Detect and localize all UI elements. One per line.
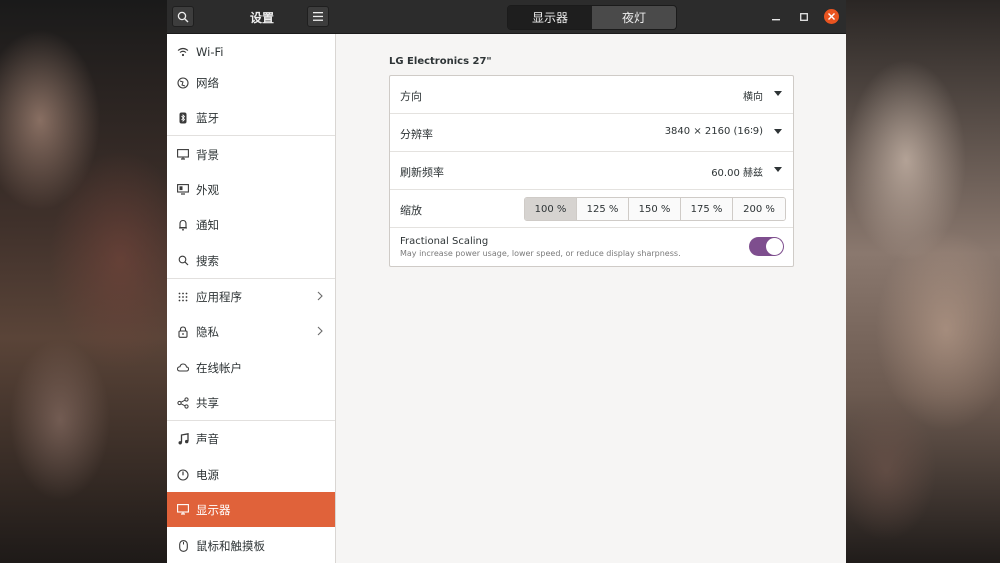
chevron-right-icon bbox=[317, 290, 323, 304]
close-icon bbox=[828, 13, 835, 20]
tab-display[interactable]: 显示器 bbox=[508, 6, 592, 29]
power-icon bbox=[176, 468, 190, 482]
scale-option-175[interactable]: 175 % bbox=[681, 198, 733, 220]
music-note-icon bbox=[176, 432, 190, 446]
scale-row: 缩放 100 % 125 % 150 % 175 % 200 % bbox=[390, 190, 793, 228]
scale-option-100[interactable]: 100 % bbox=[525, 198, 577, 220]
sidebar-item-label: 搜索 bbox=[196, 253, 219, 268]
resolution-row[interactable]: 分辨率 3840 × 2160 (16∶9) bbox=[390, 114, 793, 152]
fractional-scaling-title: Fractional Scaling bbox=[400, 236, 489, 247]
settings-window: 设置 显示器 夜灯 Wi-Fi 网络 蓝牙 背景 外观 通知 搜索 应用程序 隐… bbox=[167, 0, 846, 563]
sidebar-item-notifications[interactable]: 通知 bbox=[167, 207, 335, 242]
refresh-rate-row[interactable]: 刷新频率 60.00 赫兹 bbox=[390, 152, 793, 190]
scale-options: 100 % 125 % 150 % 175 % 200 % bbox=[524, 197, 786, 221]
resolution-label: 分辨率 bbox=[400, 128, 433, 141]
scale-label: 缩放 bbox=[400, 204, 422, 217]
appearance-icon bbox=[176, 183, 190, 197]
display-settings-panel: 方向 横向 分辨率 3840 × 2160 (16∶9) 刷新频率 60.00 … bbox=[389, 75, 794, 267]
sidebar-item-displays[interactable]: 显示器 bbox=[167, 492, 335, 527]
minimize-icon bbox=[771, 18, 780, 20]
sidebar-item-wifi[interactable]: Wi-Fi bbox=[167, 34, 335, 69]
sidebar-item-label: 应用程序 bbox=[196, 289, 242, 304]
desktop-wallpaper-left bbox=[0, 0, 167, 563]
sidebar-item-privacy[interactable]: 隐私 bbox=[167, 314, 335, 349]
sidebar-item-label: 共享 bbox=[196, 395, 219, 410]
sidebar-item-label: 电源 bbox=[196, 467, 219, 482]
sidebar-item-sound[interactable]: 声音 bbox=[167, 421, 335, 456]
dropdown-arrow-icon bbox=[774, 91, 782, 96]
scale-option-150[interactable]: 150 % bbox=[629, 198, 681, 220]
dropdown-arrow-icon bbox=[774, 167, 782, 172]
search-button[interactable] bbox=[172, 6, 194, 27]
sidebar-item-label: 外观 bbox=[196, 182, 219, 197]
sidebar-separator bbox=[167, 135, 335, 136]
share-icon bbox=[176, 396, 190, 410]
hamburger-icon bbox=[313, 12, 323, 21]
orientation-value: 横向 bbox=[743, 92, 763, 103]
fractional-scaling-row: Fractional Scaling May increase power us… bbox=[390, 228, 793, 266]
sidebar-item-background[interactable]: 背景 bbox=[167, 137, 335, 172]
wifi-icon bbox=[176, 45, 190, 59]
sidebar-item-label: 隐私 bbox=[196, 324, 219, 339]
chevron-right-icon bbox=[317, 325, 323, 339]
apps-grid-icon bbox=[176, 290, 190, 304]
view-switcher: 显示器 夜灯 bbox=[507, 5, 677, 30]
sidebar-item-online-accounts[interactable]: 在线帐户 bbox=[167, 350, 335, 385]
monitor-name: LG Electronics 27" bbox=[389, 56, 492, 67]
refresh-rate-label: 刷新频率 bbox=[400, 166, 444, 179]
toggle-knob bbox=[766, 238, 783, 255]
bell-icon bbox=[176, 218, 190, 232]
sidebar-item-power[interactable]: 电源 bbox=[167, 457, 335, 492]
search-icon bbox=[177, 11, 189, 22]
fractional-scaling-toggle[interactable] bbox=[749, 237, 784, 256]
sidebar-item-bluetooth[interactable]: 蓝牙 bbox=[167, 100, 335, 135]
sidebar-item-label: 蓝牙 bbox=[196, 110, 219, 125]
header-bar: 设置 显示器 夜灯 bbox=[167, 0, 846, 34]
scale-option-200[interactable]: 200 % bbox=[733, 198, 785, 220]
close-button[interactable] bbox=[824, 9, 839, 24]
sidebar-item-sharing[interactable]: 共享 bbox=[167, 385, 335, 420]
sidebar-item-label: 网络 bbox=[196, 75, 219, 90]
desktop-wallpaper-right bbox=[846, 0, 1000, 563]
sidebar-item-label: 显示器 bbox=[196, 502, 231, 517]
minimize-button[interactable] bbox=[768, 9, 783, 24]
orientation-row[interactable]: 方向 横向 bbox=[390, 76, 793, 114]
sidebar-item-appearance[interactable]: 外观 bbox=[167, 172, 335, 207]
scale-option-125[interactable]: 125 % bbox=[577, 198, 629, 220]
menu-button[interactable] bbox=[307, 6, 329, 27]
maximize-button[interactable] bbox=[796, 9, 811, 24]
dropdown-arrow-icon bbox=[774, 129, 782, 134]
network-icon bbox=[176, 76, 190, 90]
lock-icon bbox=[176, 325, 190, 339]
window-title: 设置 bbox=[249, 11, 274, 25]
maximize-icon bbox=[799, 12, 808, 21]
sidebar-item-label: 背景 bbox=[196, 147, 219, 162]
sidebar-item-label: 声音 bbox=[196, 431, 219, 446]
background-icon bbox=[176, 148, 190, 162]
sidebar-item-label: 鼠标和触摸板 bbox=[196, 538, 265, 553]
display-settings-content: LG Electronics 27" 方向 横向 分辨率 3840 × 2160… bbox=[336, 34, 846, 563]
cloud-icon bbox=[176, 361, 190, 375]
orientation-label: 方向 bbox=[400, 90, 422, 103]
refresh-rate-value: 60.00 赫兹 bbox=[711, 168, 763, 179]
sidebar-item-label: 在线帐户 bbox=[196, 360, 242, 375]
sidebar: Wi-Fi 网络 蓝牙 背景 外观 通知 搜索 应用程序 隐私 在线帐户 共享 … bbox=[167, 34, 336, 563]
sidebar-item-label: Wi-Fi bbox=[196, 44, 224, 59]
sidebar-item-search[interactable]: 搜索 bbox=[167, 243, 335, 278]
sidebar-item-network[interactable]: 网络 bbox=[167, 65, 335, 100]
fractional-scaling-description: May increase power usage, lower speed, o… bbox=[400, 249, 681, 258]
display-icon bbox=[176, 503, 190, 517]
bluetooth-icon bbox=[176, 111, 190, 125]
sidebar-item-mouse-touchpad[interactable]: 鼠标和触摸板 bbox=[167, 528, 335, 563]
tab-night-light[interactable]: 夜灯 bbox=[592, 6, 676, 29]
sidebar-item-label: 通知 bbox=[196, 217, 219, 232]
mouse-icon bbox=[176, 539, 190, 553]
search-icon bbox=[176, 254, 190, 268]
resolution-value: 3840 × 2160 (16∶9) bbox=[664, 126, 763, 137]
sidebar-item-applications[interactable]: 应用程序 bbox=[167, 279, 335, 314]
